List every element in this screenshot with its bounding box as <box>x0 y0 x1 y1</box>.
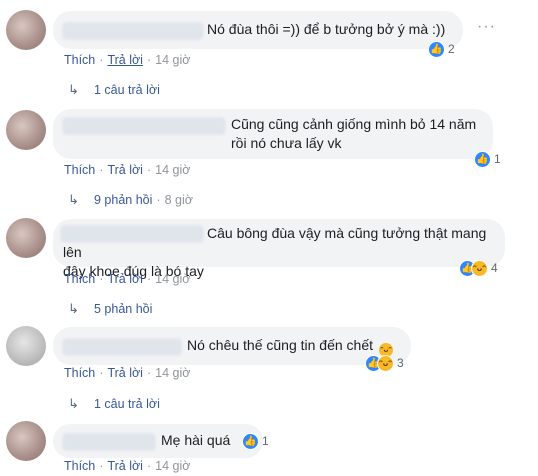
haha-icon: ᵔᴗᵔ <box>471 259 488 277</box>
comment-bubble: Mẹ hài quá <box>53 424 263 458</box>
reply-link[interactable]: Trả lời <box>107 366 143 380</box>
commenter-name[interactable] <box>63 434 155 450</box>
reply-arrow-icon: ↳ <box>68 396 79 411</box>
reply-arrow-icon: ↳ <box>68 192 79 207</box>
commenter-name[interactable] <box>63 23 203 39</box>
timestamp[interactable]: 14 giờ <box>155 459 190 473</box>
reaction-summary[interactable]: 👍 1 <box>474 149 501 169</box>
view-replies-link[interactable]: ↳ 1 câu trả lời <box>68 396 160 412</box>
comment-text: Cũng cũng cảnh giống mình bỏ 14 năm rồi … <box>231 116 477 151</box>
comment-actions: Thích · Trả lời · 14 giờ <box>64 163 191 177</box>
commenter-name[interactable] <box>63 339 181 355</box>
reply-link[interactable]: Trả lời <box>107 272 143 286</box>
comment-text: Mẹ hài quá <box>161 432 231 448</box>
reply-arrow-icon: ↳ <box>68 301 79 316</box>
reply-arrow-icon: ↳ <box>68 82 79 97</box>
comment-text: Nó đùa thôi =)) để b tưởng bở ý mà :)) <box>207 21 446 37</box>
comment-actions: Thích · Trả lời · 14 giờ <box>64 53 191 67</box>
comment-actions: Thích · Trả lời · 14 giờ <box>64 272 191 286</box>
more-dots-icon[interactable]: ··· <box>477 18 496 36</box>
comment-actions: Thích · Trả lời · 14 giờ <box>64 366 191 380</box>
avatar[interactable] <box>6 10 46 50</box>
reaction-summary[interactable]: 👍 2 <box>428 39 455 59</box>
haha-icon: ᵔᴗᵔ <box>377 354 394 372</box>
view-replies-link[interactable]: ↳ 5 phản hồi <box>68 301 152 317</box>
avatar[interactable] <box>6 218 46 258</box>
like-link[interactable]: Thích <box>64 53 95 67</box>
like-link[interactable]: Thích <box>64 366 95 380</box>
commenter-name[interactable] <box>63 118 225 134</box>
reply-link[interactable]: Trả lời <box>107 163 143 177</box>
like-link[interactable]: Thích <box>64 163 95 177</box>
thumbs-up-icon: 👍 <box>428 40 445 58</box>
timestamp[interactable]: 14 giờ <box>155 53 190 67</box>
comment-bubble: Cũng cũng cảnh giống mình bỏ 14 năm rồi … <box>53 109 493 159</box>
comment-bubble: Nó chêu thế cũng tin đến chết ᵔᴗᵔ <box>53 327 411 365</box>
avatar[interactable] <box>6 326 46 366</box>
comment-bubble: Nó đùa thôi =)) để b tưởng bở ý mà :)) <box>53 11 463 49</box>
timestamp[interactable]: 14 giờ <box>155 272 190 286</box>
timestamp[interactable]: 14 giờ <box>155 366 190 380</box>
reaction-summary[interactable]: 👍 1 <box>242 431 269 451</box>
thumbs-up-icon: 👍 <box>474 150 491 168</box>
comment-actions: Thích · Trả lời · 14 giờ <box>64 459 191 473</box>
view-replies-link[interactable]: ↳ 1 câu trả lời <box>68 82 160 98</box>
reaction-summary[interactable]: 👍 ᵔᴗᵔ 4 <box>459 258 498 278</box>
reply-link[interactable]: Trả lời <box>107 459 143 473</box>
avatar[interactable] <box>6 421 46 461</box>
like-link[interactable]: Thích <box>64 272 95 286</box>
like-link[interactable]: Thích <box>64 459 95 473</box>
timestamp[interactable]: 14 giờ <box>155 163 190 177</box>
comment-bubble: Câu bông đùa vậy mà cũng tưởng thật mang… <box>53 219 505 279</box>
avatar[interactable] <box>6 110 46 150</box>
view-replies-link[interactable]: ↳ 9 phản hồi · 8 giờ <box>68 192 193 208</box>
reply-link[interactable]: Trả lời <box>107 53 143 67</box>
comment-text: Nó chêu thế cũng tin đến chết ᵔᴗᵔ <box>187 336 393 357</box>
reaction-summary[interactable]: 👍 ᵔᴗᵔ 3 <box>365 353 404 373</box>
thumbs-up-icon: 👍 <box>242 432 259 450</box>
